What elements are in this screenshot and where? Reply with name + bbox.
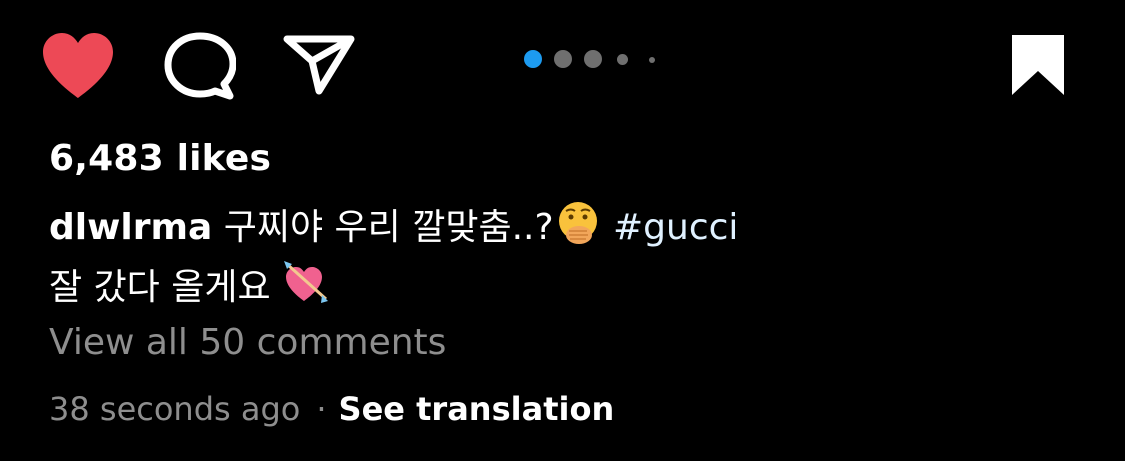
carousel-dot xyxy=(649,57,655,63)
post-caption: dlwlrma 구찌야 우리 깔맞춤..? #gucci 잘 갔다 올게요 xyxy=(49,198,1089,318)
meta-separator: · xyxy=(316,390,327,428)
post-timestamp: 38 seconds ago xyxy=(49,390,301,428)
carousel-dot xyxy=(554,50,572,68)
caption-line-2: 잘 갔다 올게요 xyxy=(49,258,1089,318)
see-translation-button[interactable]: See translation xyxy=(339,390,615,428)
carousel-dot xyxy=(617,54,628,65)
post-action-bar xyxy=(0,0,1125,130)
likes-count[interactable]: 6,483 likes xyxy=(49,138,271,179)
heart-with-arrow-emoji xyxy=(282,259,330,307)
caption-text: 잘 갔다 올게요 xyxy=(49,267,271,308)
post-meta: 38 seconds ago · See translation xyxy=(49,390,614,428)
caption-text: 구찌야 우리 깔맞춤..? xyxy=(223,207,554,248)
bookmark-filled-icon[interactable] xyxy=(1008,33,1068,97)
carousel-dot-active xyxy=(524,50,542,68)
hand-over-mouth-emoji xyxy=(554,199,602,247)
caption-hashtag[interactable]: #gucci xyxy=(613,207,738,248)
view-all-comments-link[interactable]: View all 50 comments xyxy=(49,322,446,363)
paper-plane-icon[interactable] xyxy=(282,34,356,96)
heart-filled-icon[interactable] xyxy=(40,30,116,102)
caption-username[interactable]: dlwlrma xyxy=(49,207,212,248)
caption-line-1: dlwlrma 구찌야 우리 깔맞춤..? #gucci xyxy=(49,198,1089,258)
speech-bubble-icon[interactable] xyxy=(164,32,236,102)
carousel-dot xyxy=(584,50,602,68)
carousel-indicator xyxy=(520,47,660,71)
